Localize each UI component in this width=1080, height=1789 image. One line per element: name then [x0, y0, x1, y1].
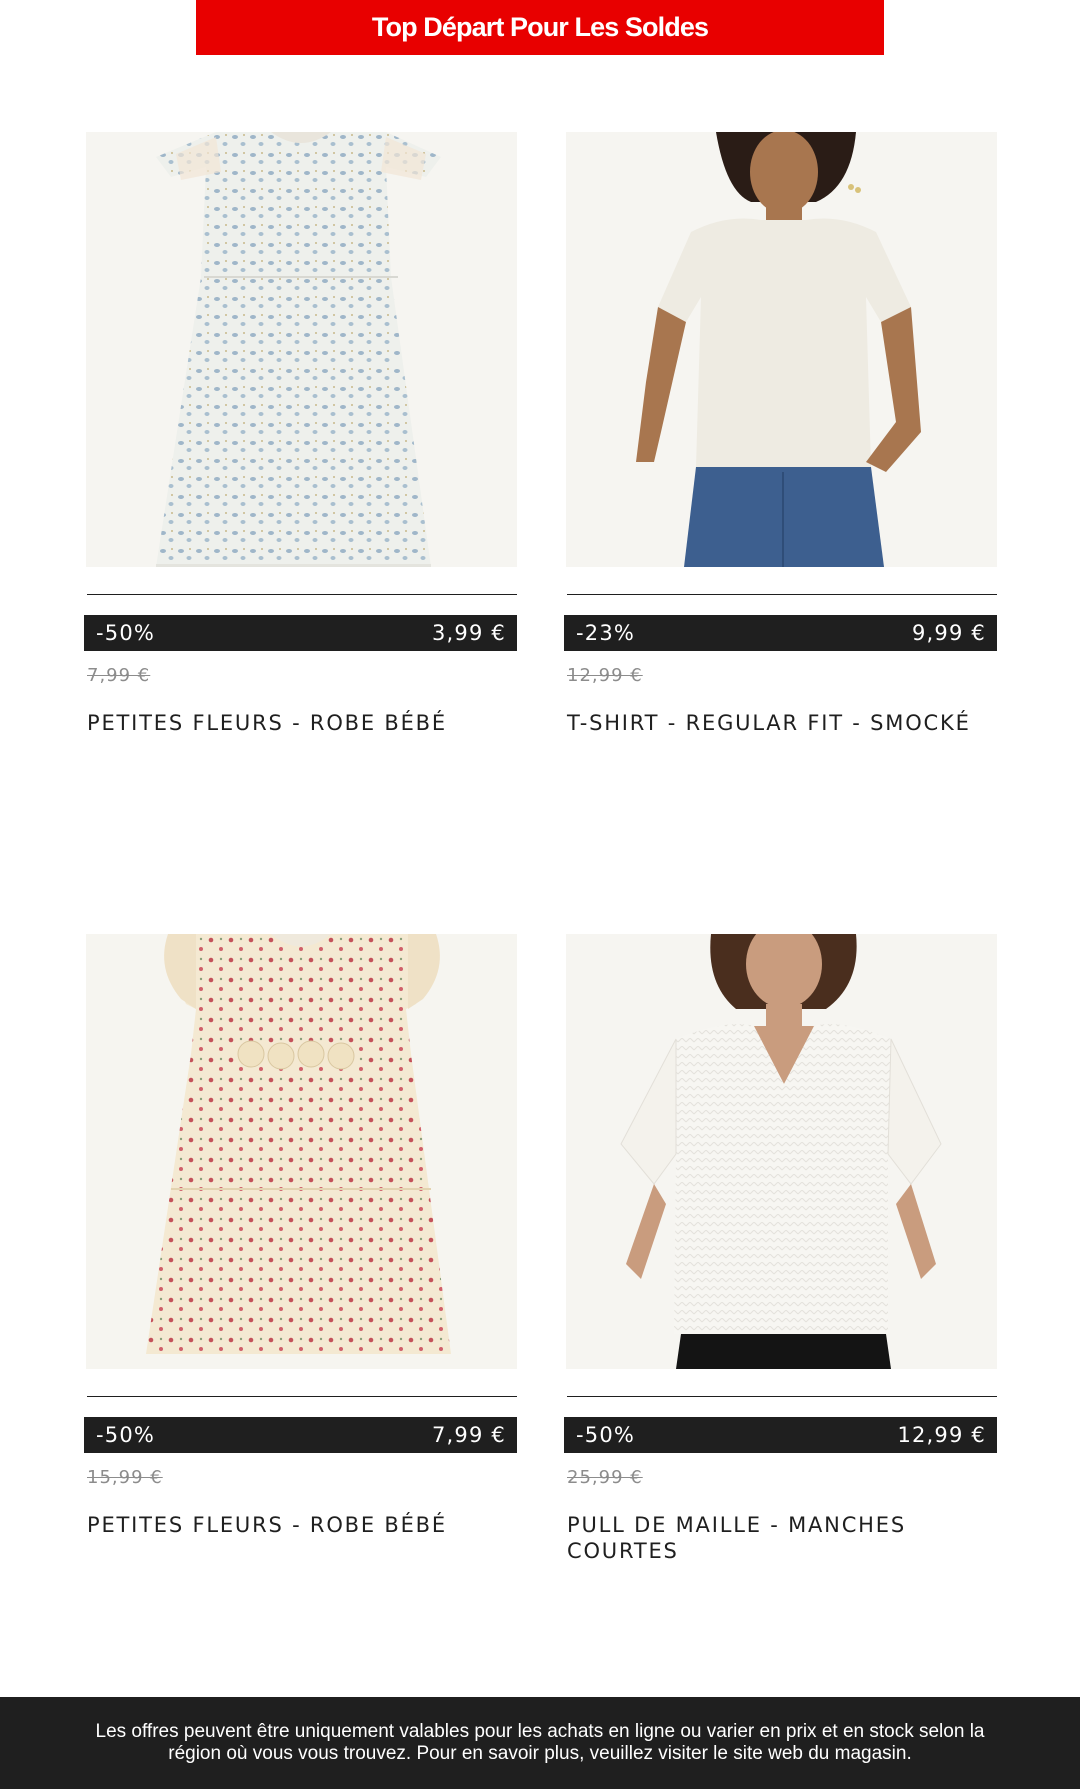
- price-bar: -23% 9,99 €: [564, 615, 997, 651]
- price-bar: -50% 3,99 €: [84, 615, 517, 651]
- divider: [87, 1396, 517, 1397]
- product-name-link[interactable]: PETITES FLEURS - ROBE BÉBÉ: [87, 710, 512, 736]
- product-photo: [566, 132, 997, 567]
- product-image-baby-dress-blue[interactable]: [86, 132, 517, 567]
- divider: [567, 1396, 997, 1397]
- sale-price: 3,99 €: [432, 621, 506, 645]
- product-card[interactable]: -50% 7,99 € 15,99 € PETITES FLEURS - ROB…: [84, 934, 520, 1584]
- product-card[interactable]: -50% 3,99 € 7,99 € PETITES FLEURS - ROBE…: [84, 132, 520, 752]
- discount-badge: -23%: [576, 621, 636, 645]
- sale-price: 12,99 €: [897, 1423, 986, 1447]
- original-price: 12,99 €: [567, 665, 643, 686]
- divider: [567, 594, 997, 595]
- divider: [87, 594, 517, 595]
- sale-price: 7,99 €: [432, 1423, 506, 1447]
- product-card[interactable]: -23% 9,99 € 12,99 € T-SHIRT - REGULAR FI…: [564, 132, 1000, 752]
- price-bar: -50% 12,99 €: [564, 1417, 997, 1453]
- discount-badge: -50%: [96, 621, 156, 645]
- product-name-link[interactable]: PETITES FLEURS - ROBE BÉBÉ: [87, 1512, 512, 1538]
- product-image-knit-sweater[interactable]: [566, 934, 997, 1369]
- product-image-baby-dress-red[interactable]: [86, 934, 517, 1369]
- disclaimer-footer: Les offres peuvent être uniquement valab…: [0, 1697, 1080, 1789]
- product-card[interactable]: -50% 12,99 € 25,99 € PULL DE MAILLE - MA…: [564, 934, 1000, 1584]
- original-price: 7,99 €: [87, 665, 151, 686]
- disclaimer-text: Les offres peuvent être uniquement valab…: [95, 1721, 985, 1764]
- discount-badge: -50%: [576, 1423, 636, 1447]
- product-photo: [566, 934, 997, 1369]
- price-bar: -50% 7,99 €: [84, 1417, 517, 1453]
- original-price: 25,99 €: [567, 1467, 643, 1488]
- discount-badge: -50%: [96, 1423, 156, 1447]
- product-photo: [86, 934, 517, 1369]
- product-name-link[interactable]: T-SHIRT - REGULAR FIT - SMOCKÉ: [567, 710, 992, 736]
- sale-price: 9,99 €: [912, 621, 986, 645]
- original-price: 15,99 €: [87, 1467, 163, 1488]
- product-image-tshirt[interactable]: [566, 132, 997, 567]
- sale-banner-button[interactable]: Top Départ Pour Les Soldes: [196, 0, 884, 55]
- product-photo: [86, 132, 517, 567]
- email-page: Top Départ Pour Les Soldes -50% 3,99 € 7…: [0, 0, 1080, 1789]
- product-name-link[interactable]: PULL DE MAILLE - MANCHES COURTES: [567, 1512, 992, 1564]
